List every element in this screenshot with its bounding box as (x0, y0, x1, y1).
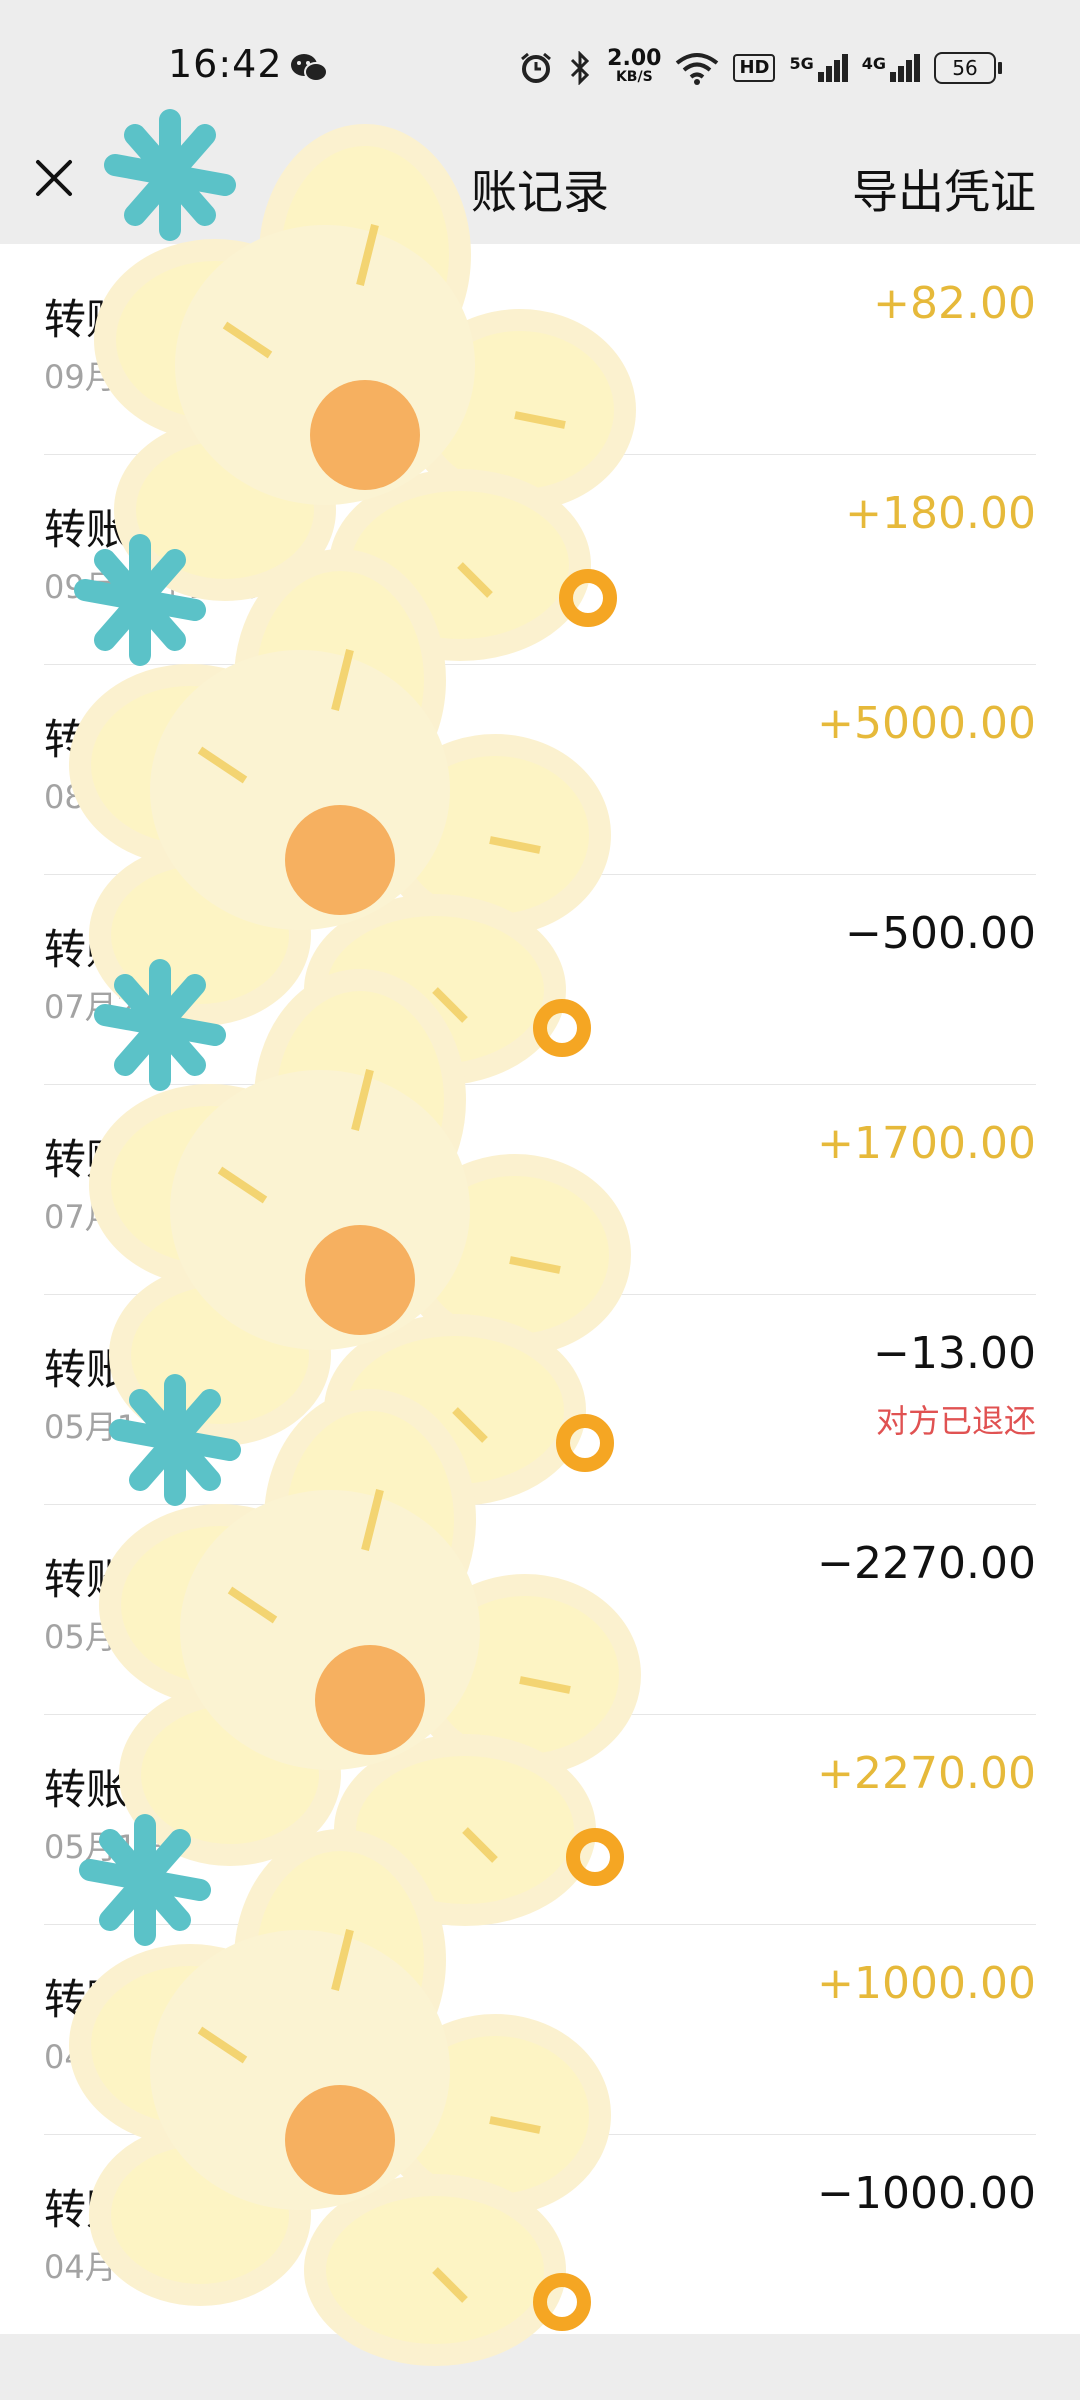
transaction-time: 08月 (44, 778, 117, 816)
transaction-row[interactable]: 转账 08月 +5000.00 (44, 664, 1036, 875)
transaction-title: 转账- (44, 2185, 144, 2234)
battery-icon: 56 (934, 52, 1002, 84)
transaction-amount: +1000.00 (817, 1958, 1036, 2009)
transaction-row[interactable]: 转账- 07月24 −500.00 (44, 874, 1036, 1085)
transaction-time: 04月 (44, 2038, 117, 2076)
transaction-amount: −1000.00 (817, 2168, 1036, 2219)
transaction-title: 转账-来 (44, 1765, 186, 1814)
status-icons: 2.00 KB/S HD 5G 4G 56 (519, 44, 1002, 92)
transaction-time: 07月24 (44, 988, 158, 1026)
battery-level: 56 (934, 52, 996, 84)
sim2-label: 4G (861, 54, 886, 73)
transaction-title: 转账 (44, 1975, 129, 2024)
transaction-row[interactable]: 转账- 04月07日 −1000.00 (44, 2134, 1036, 2344)
transaction-amount: +2270.00 (817, 1748, 1036, 1799)
network-speed-unit: KB/S (615, 69, 653, 85)
network-speed: 2.00 KB/S (607, 46, 662, 86)
nav-header: 账记录 导出凭证 (0, 140, 1080, 244)
wechat-icon (291, 54, 328, 82)
refunded-status: 对方已退还 (875, 1402, 1036, 1440)
transaction-amount: −2270.00 (817, 1538, 1036, 1589)
transaction-amount: −13.00 (873, 1328, 1036, 1379)
transaction-time: 05月1 日 12:06 (44, 1828, 282, 1866)
export-voucher-button[interactable]: 导出凭证 (852, 156, 1036, 222)
transaction-amount: −500.00 (845, 908, 1036, 959)
transaction-title: 转账- (44, 1555, 144, 1604)
alarm-icon (521, 52, 552, 83)
transaction-title: 转账 (44, 715, 129, 764)
status-time: 16:42 (168, 42, 283, 86)
transaction-row[interactable]: 转账- 09月25 +82.00 (44, 244, 1036, 455)
bottom-bar (0, 2334, 1080, 2400)
transaction-list: 转账- 09月25 +82.00 转账-来 09月2 日 22:32 +180.… (0, 244, 1080, 2334)
transaction-time: 07月2 (44, 1198, 138, 1236)
transaction-row[interactable]: 转账- 05月18 −2270.00 (44, 1504, 1036, 1715)
signal-4g-icon: 4G (862, 54, 920, 82)
transaction-title: 转账-来 (44, 505, 186, 554)
transaction-amount: +180.00 (845, 488, 1036, 539)
transaction-row[interactable]: 转账-来 09月2 日 22:32 +180.00 (44, 454, 1036, 665)
transaction-row[interactable]: 转账- 07月2 +1700.00 (44, 1084, 1036, 1295)
transaction-title: 转账- (44, 925, 144, 974)
hd-voice-icon: HD (733, 54, 776, 82)
transaction-amount: +82.00 (873, 278, 1036, 329)
transaction-time: 05月1 (44, 1408, 138, 1446)
transaction-title: 转账- (44, 295, 144, 344)
signal-5g-icon: 5G (789, 54, 848, 82)
transaction-time: 09月25 (44, 358, 158, 396)
transaction-amount: +1700.00 (817, 1118, 1036, 1169)
transaction-amount: +5000.00 (817, 698, 1036, 749)
transaction-row[interactable]: 转账-转 05月1 −13.00 对方已退还 (44, 1294, 1036, 1505)
transaction-row[interactable]: 转账 04月 +1000.00 (44, 1924, 1036, 2135)
transaction-row[interactable]: 转账-来 05月1 日 12:06 +2270.00 (44, 1714, 1036, 1925)
transaction-time: 05月18 (44, 1618, 158, 1656)
transaction-time: 04月07日 (44, 2248, 190, 2286)
bluetooth-icon (571, 51, 590, 85)
wifi-icon (676, 53, 719, 85)
transaction-time: 09月2 日 22:32 (44, 568, 282, 606)
transaction-title: 转账- (44, 1135, 144, 1184)
status-bar: 16:42 2.00 KB/S HD 5G 4G 56 (0, 0, 1080, 140)
network-speed-value: 2.00 (607, 46, 662, 71)
transaction-title: 转账-转 (44, 1345, 186, 1394)
sim1-label: 5G (789, 54, 814, 73)
